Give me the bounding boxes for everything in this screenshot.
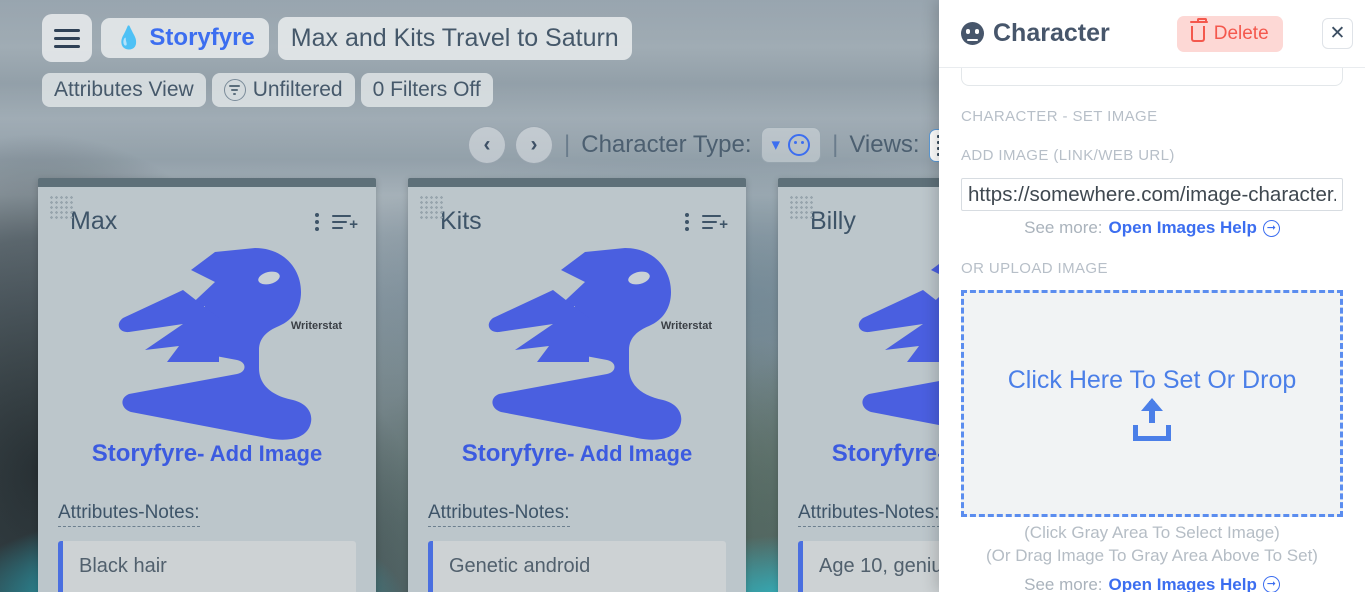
see-more-prefix: See more: xyxy=(1024,218,1103,237)
dropzone-hint-line2: (Or Drag Image To Gray Area Above To Set… xyxy=(986,545,1318,565)
chevron-right-icon: › xyxy=(530,133,538,156)
dropzone-hint: (Click Gray Area To Select Image) (Or Dr… xyxy=(961,522,1343,568)
next-button[interactable]: › xyxy=(515,126,553,164)
set-image-section-label: CHARACTER - SET IMAGE xyxy=(961,108,1158,125)
drag-handle-icon[interactable] xyxy=(49,195,73,219)
see-more-prefix-2: See more: xyxy=(1024,574,1103,592)
panel-title-label: Character xyxy=(993,19,1110,47)
story-title[interactable]: Max and Kits Travel to Saturn xyxy=(277,16,632,60)
watermark-label: Writerstat xyxy=(660,320,712,332)
card-image-placeholder[interactable]: Writerstat Storyfyre- Add Image xyxy=(38,242,376,488)
attribute-note[interactable]: Genetic android xyxy=(428,541,726,592)
navigation-row: ‹ › | Character Type: ▾ | Views: xyxy=(468,126,964,164)
card-attributes: Attributes-Notes: Genetic android xyxy=(408,488,746,592)
scrolled-field-above[interactable] xyxy=(961,68,1343,86)
flame-icon: 💧 xyxy=(115,25,143,50)
attribute-note[interactable]: Black hair xyxy=(58,541,356,592)
card-actions: + xyxy=(315,212,358,232)
arrow-right-circle-icon-2[interactable]: ➞ xyxy=(1262,576,1280,592)
card-header: Kits + xyxy=(408,187,746,242)
open-images-help-link[interactable]: Open Images Help xyxy=(1109,218,1257,238)
see-more-upload-help: See more: Open Images Help ➞ xyxy=(961,575,1343,592)
brand-label: Storyfyre xyxy=(149,24,255,51)
dropzone-label: Click Here To Set Or Drop xyxy=(1007,366,1297,394)
upload-icon xyxy=(1129,398,1175,441)
hamburger-bar xyxy=(54,28,80,32)
brand-button[interactable]: 💧 Storyfyre xyxy=(101,18,269,58)
caption-brand: Storyfyre xyxy=(461,440,568,467)
views-label: Views: xyxy=(849,131,920,158)
character-card[interactable]: Max + Writerstat Storyfyre- Add Image At… xyxy=(38,178,376,592)
attributes-notes-label: Attributes-Notes: xyxy=(58,502,200,527)
caption-brand: Storyfyre xyxy=(831,440,938,467)
close-icon: ✕ xyxy=(1329,23,1346,44)
panel-header: Character Delete ✕ xyxy=(939,0,1365,68)
hamburger-bar xyxy=(54,44,80,48)
card-image-placeholder[interactable]: Writerstat Storyfyre- Add Image xyxy=(408,242,746,488)
unfiltered-label: Unfiltered xyxy=(252,78,343,101)
character-type-label: Character Type: xyxy=(581,131,752,158)
drag-handle-icon[interactable] xyxy=(419,195,443,219)
open-images-help-link-2[interactable]: Open Images Help xyxy=(1109,575,1257,592)
chevron-down-icon: ▾ xyxy=(771,135,781,154)
card-attributes: Attributes-Notes: Black hair xyxy=(38,488,376,592)
see-more-url-help: See more: Open Images Help ➞ xyxy=(961,218,1343,238)
attributes-notes-label: Attributes-Notes: xyxy=(428,502,570,527)
hamburger-bar xyxy=(54,36,80,40)
card-actions: + xyxy=(685,212,728,232)
caption-rest: - Add Image xyxy=(197,441,323,466)
image-url-input[interactable] xyxy=(961,178,1343,211)
character-type-dropdown[interactable]: ▾ xyxy=(760,127,822,163)
hamburger-menu-icon[interactable] xyxy=(42,14,92,62)
delete-label: Delete xyxy=(1213,22,1269,44)
attributes-view-chip[interactable]: Attributes View xyxy=(42,73,206,107)
caption-rest: - Add Image xyxy=(567,441,693,466)
close-panel-button[interactable]: ✕ xyxy=(1322,18,1353,49)
image-dropzone[interactable]: Click Here To Set Or Drop xyxy=(961,290,1343,517)
card-title: Kits xyxy=(440,207,482,235)
filters-off-chip[interactable]: 0 Filters Off xyxy=(360,73,493,107)
nav-divider: | xyxy=(564,131,571,158)
caption-brand: Storyfyre xyxy=(91,440,198,467)
panel-body: CHARACTER - SET IMAGE ADD IMAGE (LINK/WE… xyxy=(939,68,1365,592)
panel-title: Character xyxy=(961,19,1110,48)
drag-handle-icon[interactable] xyxy=(789,195,813,219)
nav-divider-2: | xyxy=(832,131,839,158)
trash-icon xyxy=(1189,17,1208,42)
card-title: Billy xyxy=(810,207,856,235)
or-upload-image-label: OR UPLOAD IMAGE xyxy=(961,260,1108,277)
watermark-label: Writerstat xyxy=(290,320,342,332)
add-list-icon[interactable]: + xyxy=(702,213,728,232)
card-title: Max xyxy=(70,207,118,235)
attributes-notes-label: Attributes-Notes: xyxy=(798,502,940,527)
storyfyre-dragon-logo xyxy=(118,248,312,440)
dropzone-hint-line1: (Click Gray Area To Select Image) xyxy=(1024,523,1280,542)
card-add-image-caption: Storyfyre- Add Image xyxy=(422,440,732,468)
card-menu-icon[interactable] xyxy=(685,212,690,231)
card-header: Max + xyxy=(38,187,376,242)
prev-button[interactable]: ‹ xyxy=(468,126,506,164)
chevron-left-icon: ‹ xyxy=(483,133,491,156)
card-menu-icon[interactable] xyxy=(315,212,320,231)
character-face-icon xyxy=(961,22,984,45)
add-list-icon[interactable]: + xyxy=(332,213,358,232)
filter-icon xyxy=(223,79,246,101)
delete-button[interactable]: Delete xyxy=(1176,15,1283,52)
character-card[interactable]: Kits + Writerstat Storyfyre- Add Image A… xyxy=(408,178,746,592)
card-add-image-caption: Storyfyre- Add Image xyxy=(52,440,362,468)
character-detail-panel: Character Delete ✕ CHARACTER - SET IMAGE… xyxy=(939,0,1365,592)
arrow-right-circle-icon[interactable]: ➞ xyxy=(1262,219,1280,237)
character-face-icon xyxy=(788,134,811,156)
storyfyre-dragon-logo xyxy=(488,248,682,440)
unfiltered-chip[interactable]: Unfiltered xyxy=(211,73,355,107)
add-image-url-label: ADD IMAGE (LINK/WEB URL) xyxy=(961,147,1175,164)
